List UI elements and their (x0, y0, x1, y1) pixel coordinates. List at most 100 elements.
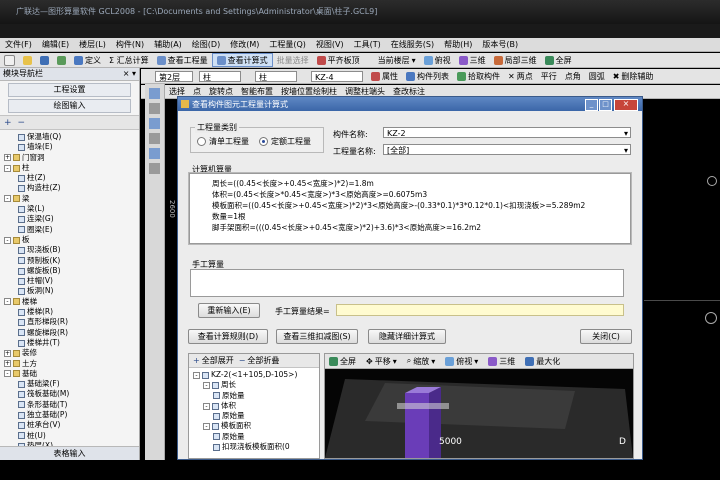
define-button[interactable]: 定义 (70, 54, 105, 66)
tree-item[interactable]: 筏板基础(M) (4, 389, 139, 399)
close-icon[interactable]: × (614, 99, 638, 111)
tree-category[interactable]: - 基础 (4, 369, 139, 379)
tree-item[interactable]: 板洞(N) (4, 286, 139, 296)
menu-view[interactable]: 视图(V) (311, 38, 349, 52)
quantity-tree-item[interactable]: 扣现浇板模板面积(0 (193, 442, 319, 452)
menu-file[interactable]: 文件(F) (0, 38, 37, 52)
menu-modify[interactable]: 修改(M) (225, 38, 264, 52)
attribute-button[interactable]: 属性 (367, 70, 402, 82)
menu-tools[interactable]: 工具(T) (349, 38, 386, 52)
tool-icon-1[interactable] (149, 88, 160, 99)
quantity-name-select[interactable]: [全部] ▾ (383, 144, 631, 155)
member-select[interactable]: KZ-4 (311, 70, 363, 82)
collapse-icon[interactable]: - (193, 371, 200, 379)
close-button[interactable]: 关闭(C) (580, 329, 632, 344)
expand-icon[interactable]: + (4, 154, 11, 162)
member-name-select[interactable]: KZ-2 ▾ (383, 127, 631, 138)
drawing-input-button[interactable]: 绘图输入 (8, 99, 131, 113)
save-icon[interactable] (36, 54, 53, 66)
collapse-icon[interactable]: - (203, 402, 210, 410)
view-3d-deduct-button[interactable]: 查看三维扣减图(S) (276, 329, 358, 344)
tree-item[interactable]: 独立基础(P) (4, 410, 139, 420)
tree-item[interactable]: 保温墙(Q) (4, 132, 139, 142)
view-quantity-button[interactable]: 查看工程量 (153, 54, 212, 66)
menu-draw[interactable]: 绘图(D) (187, 38, 225, 52)
tree-item[interactable]: 螺旋板(B) (4, 266, 139, 276)
close-icon[interactable]: × ▾ (123, 68, 139, 80)
menu-quantity[interactable]: 工程量(Q) (264, 38, 311, 52)
parallel-button[interactable]: 平行 (537, 70, 561, 82)
tree-category[interactable]: -板 (4, 235, 139, 245)
menu-floor[interactable]: 楼层(L) (74, 38, 111, 52)
table-input-button[interactable]: 表格输入 (0, 446, 139, 460)
reenter-button[interactable]: 重新输入(E) (198, 303, 260, 318)
member-list-button[interactable]: 构件列表 (402, 70, 453, 82)
tree-item[interactable]: 圈梁(E) (4, 225, 139, 235)
pick-member-button[interactable]: 拾取构件 (453, 70, 504, 82)
expand-icon[interactable]: + (4, 118, 12, 128)
tree-item[interactable]: 螺旋梯段(R) (4, 328, 139, 338)
radio-list-quantity[interactable]: 清单工程量 (197, 136, 249, 147)
view-zoom-button[interactable]: ⌕ 缩放 ▾ (403, 355, 440, 367)
maximize-icon[interactable]: □ (599, 99, 612, 111)
menu-help[interactable]: 帮助(H) (439, 38, 477, 52)
tree-category[interactable]: -梁 (4, 194, 139, 204)
view-calc-button[interactable]: 查看计算式 (211, 53, 273, 67)
tree-item[interactable]: 柱(Z) (4, 173, 139, 183)
tree-item[interactable]: 桩承台(V) (4, 420, 139, 430)
sum-calc-button[interactable]: Σ 汇总计算 (105, 54, 153, 66)
tree-category[interactable]: - 楼梯 (4, 297, 139, 307)
quantity-tree-item[interactable]: - KZ-2(<1+105,D-105>) (193, 370, 319, 380)
quantity-tree-item[interactable]: - 体积 (193, 401, 319, 411)
point-angle-button[interactable]: 点角 (561, 70, 585, 82)
three-d-button[interactable]: 三维 (455, 54, 490, 66)
subtype-select[interactable]: 柱 (255, 70, 297, 82)
tree-item[interactable]: 基础梁(F) (4, 379, 139, 389)
tree-item[interactable]: 楼梯(R) (4, 307, 139, 317)
tree-category[interactable]: -柱 (4, 163, 139, 173)
three-d-canvas[interactable]: 5000 D (325, 369, 633, 458)
calc-text-area[interactable]: 周长=((0.45<长度>+0.45<宽度>)*2)=1.8m 体积=(0.45… (189, 173, 631, 244)
two-points-button[interactable]: ✕ 两点 (504, 70, 537, 82)
view-3d-button[interactable]: 三维 (484, 355, 519, 367)
view-top-button[interactable]: 俯视 ▾ (441, 355, 482, 367)
minimize-icon[interactable]: _ (585, 99, 598, 111)
collapse-icon[interactable]: - (203, 381, 210, 389)
local-3d-button[interactable]: 局部三维 (490, 54, 541, 66)
view-pan-button[interactable]: ✥ 平移 ▾ (362, 355, 401, 367)
tree-item[interactable]: 楼梯井(T) (4, 338, 139, 348)
quantity-tree-item[interactable]: - 周长 (193, 380, 319, 390)
view-mode-combo[interactable]: 俯视 (420, 54, 455, 66)
tree-category[interactable]: + 装修 (4, 348, 139, 358)
manual-result-field[interactable] (336, 304, 624, 316)
floor-select[interactable]: 第2层 (155, 70, 193, 82)
collapse-icon[interactable]: − (18, 118, 26, 128)
quantity-tree-item[interactable]: - 模板面积 (193, 421, 319, 431)
tree-category[interactable]: + 门窗洞 (4, 153, 139, 163)
expand-all-button[interactable]: + 全部展开 (193, 355, 234, 366)
tool-icon-2[interactable] (149, 103, 160, 114)
tree-item[interactable]: 现浇板(B) (4, 245, 139, 255)
collapse-all-button[interactable]: − 全部折叠 (239, 355, 280, 366)
tool-icon-4[interactable] (149, 133, 160, 144)
tool-icon-5[interactable] (149, 148, 160, 159)
quantity-tree-item[interactable]: 原始量 (193, 391, 319, 401)
quantity-tree-item[interactable]: 原始量 (193, 411, 319, 421)
quantity-tree-item[interactable]: 原始量 (193, 432, 319, 442)
view-maximize-button[interactable]: 最大化 (521, 355, 564, 367)
tree-item[interactable]: 预制板(K) (4, 256, 139, 266)
type-select[interactable]: 柱 (199, 70, 241, 82)
open-icon[interactable] (19, 54, 36, 66)
tree-item[interactable]: 条形基础(T) (4, 400, 139, 410)
collapse-icon[interactable]: - (4, 370, 11, 378)
collapse-icon[interactable]: - (4, 236, 11, 244)
collapse-icon[interactable]: - (4, 164, 11, 172)
manual-calc-input[interactable] (190, 269, 624, 297)
menu-edit[interactable]: 编辑(E) (37, 38, 74, 52)
hide-detail-button[interactable]: 隐藏详细计算式 (368, 329, 446, 344)
tree-item[interactable]: 梁(L) (4, 204, 139, 214)
tool-icon-6[interactable] (149, 163, 160, 174)
tree-item[interactable]: 构造柱(Z) (4, 183, 139, 193)
collapse-icon[interactable]: - (4, 298, 11, 306)
collapse-icon[interactable]: - (203, 423, 210, 431)
